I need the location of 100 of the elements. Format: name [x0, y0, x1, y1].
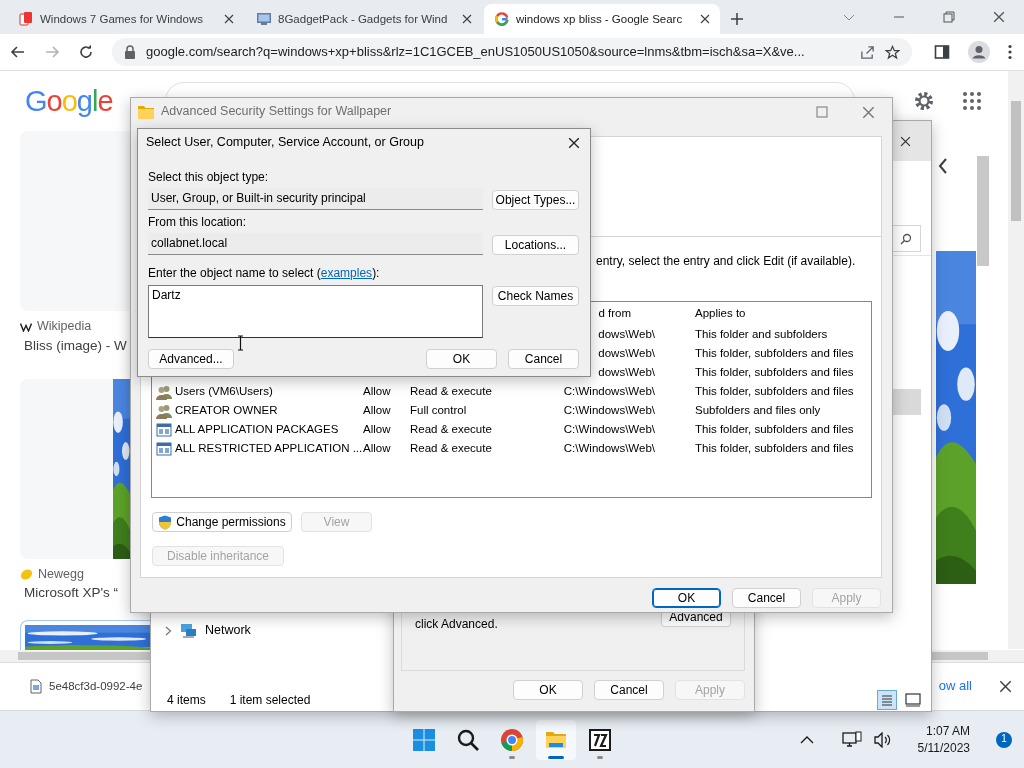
browser-tab[interactable]: Windows 7 Games for Windows	[8, 4, 244, 34]
network-icon[interactable]	[841, 730, 862, 749]
selection-status: 1 item selected	[229, 692, 311, 708]
image-result[interactable]	[20, 378, 130, 559]
table-cell-text: C:\Windows\Web\	[562, 384, 656, 399]
browser-tab[interactable]: 8GadgetPack - Gadgets for Wind	[246, 4, 482, 34]
package-icon	[156, 421, 172, 438]
share-icon[interactable]	[860, 44, 875, 60]
wikipedia-icon	[20, 321, 32, 332]
field-label: From this location:	[148, 215, 248, 229]
table-cell: CREATOR OWNER	[175, 403, 278, 418]
window-title: Advanced Security Settings for Wallpaper	[161, 104, 392, 120]
nav-item[interactable]: Network	[151, 621, 311, 641]
table-cell-text: dows\Web\	[597, 365, 656, 380]
dialog-button[interactable]: OK	[426, 349, 497, 369]
check-names-button[interactable]: Check Names	[492, 286, 579, 306]
field-label: Select this object type:	[148, 170, 270, 184]
back-icon[interactable]	[938, 158, 948, 174]
column-header: Applies to	[694, 306, 747, 321]
chevron-right-icon	[165, 626, 172, 636]
result-title[interactable]: Microsoft XP's “	[24, 585, 119, 602]
dialog-text: click Advanced.	[415, 617, 498, 633]
google-icon	[494, 11, 510, 27]
examples-link[interactable]: examples	[320, 266, 373, 280]
action-button[interactable]: Change permissions	[152, 512, 292, 532]
close-icon[interactable]	[568, 137, 580, 149]
locations-button[interactable]: Locations...	[492, 235, 579, 255]
lock-icon	[124, 45, 136, 59]
restore-icon[interactable]	[943, 11, 955, 23]
close-icon[interactable]	[999, 680, 1012, 693]
table-cell-text: C:\Windows\Web\	[562, 403, 656, 418]
result-title[interactable]: Bliss (image) - W	[24, 337, 127, 355]
scrollbar-thumb[interactable]	[1011, 101, 1021, 221]
location-field: collabnet.local	[148, 233, 483, 255]
table-cell-text: Allow	[362, 403, 392, 418]
table-cell-text: Subfolders and files only	[694, 403, 822, 418]
star-icon[interactable]	[885, 44, 900, 60]
archive-icon	[588, 727, 612, 752]
table-cell-text: Allow	[362, 422, 392, 437]
back-icon[interactable]	[10, 44, 26, 60]
side-panel-icon[interactable]	[934, 44, 950, 60]
instruction-text: entry, select the entry and click Edit (if available).	[596, 254, 856, 269]
details-view-icon[interactable]	[877, 690, 897, 710]
menu-icon[interactable]	[1008, 44, 1012, 60]
text-cursor-icon	[237, 335, 244, 351]
new-tab-icon[interactable]	[730, 12, 744, 26]
apps-icon[interactable]	[962, 92, 981, 110]
table-cell-text: Full control	[409, 403, 468, 418]
table-cell-text: Allow	[362, 441, 392, 456]
table-cell-text: This folder, subfolders and files	[694, 441, 855, 456]
object-types-button[interactable]: Object Types...	[492, 190, 579, 210]
browser-tab[interactable]: windows xp bliss - Google Searc	[484, 4, 720, 34]
volume-icon[interactable]	[873, 731, 892, 748]
table-cell-text: Allow	[362, 384, 392, 399]
item-count: 4 items	[167, 692, 206, 708]
file-icon	[30, 679, 42, 694]
table-cell-text: Read & execute	[409, 441, 493, 456]
table-cell-text: C:\Windows\Web\	[562, 422, 656, 437]
tiles-view-icon[interactable]	[903, 690, 923, 710]
dialog-button[interactable]: Cancel	[732, 588, 801, 608]
address-bar[interactable]: google.com/search?q=windows+xp+bliss&rlz=1C1GCEB_enUS1050US1050&source=lnms&tbm=isch&sa=X&ve...	[112, 38, 912, 66]
dialog-button[interactable]: Cancel	[508, 349, 579, 369]
table-cell-text: Read & execute	[409, 384, 493, 399]
table-cell-text: This folder, subfolders and files	[694, 346, 855, 361]
settings-icon[interactable]	[912, 90, 935, 112]
close-icon[interactable]	[462, 14, 472, 24]
folder-icon	[138, 105, 154, 119]
close-icon	[899, 135, 911, 147]
show-all-link[interactable]: ow all	[938, 678, 972, 695]
monitor-icon	[256, 11, 272, 27]
dialog-button[interactable]: OK	[652, 588, 721, 608]
caret-up-icon[interactable]	[799, 734, 814, 745]
clock[interactable]: 1:07 AM 5/11/2023	[917, 723, 970, 756]
table-cell-text: This folder, subfolders and files	[694, 365, 855, 380]
windows-logo-icon	[412, 727, 436, 752]
close-icon[interactable]	[993, 11, 1005, 23]
search-icon	[900, 232, 912, 245]
table-cell-text: C:\Windows\Web\	[562, 441, 656, 456]
users-icon	[156, 383, 172, 400]
profile-icon[interactable]	[968, 41, 990, 63]
lemon-icon	[20, 567, 33, 581]
notification-badge[interactable]: 1	[996, 731, 1012, 748]
source-name: Wikipedia	[37, 319, 92, 335]
download-file-name[interactable]: 5e48cf3d-0992-4e	[49, 679, 143, 694]
close-icon[interactable]	[224, 14, 234, 24]
reload-icon[interactable]	[78, 44, 94, 60]
table-cell-text: This folder and subfolders	[694, 327, 829, 342]
dialog-button[interactable]: Advanced...	[148, 349, 234, 369]
scrollbar-thumb[interactable]	[977, 156, 989, 266]
google-logo[interactable]: Google	[25, 82, 113, 120]
object-type-field: User, Group, or Built-in security principal	[148, 188, 483, 210]
shield-icon	[158, 514, 173, 530]
users-icon	[156, 402, 172, 419]
object-name-field[interactable]: Dartz	[148, 285, 483, 338]
dialog-button[interactable]: Cancel	[594, 680, 664, 700]
field-label: Enter the object name to select (examples):	[148, 266, 381, 280]
close-icon[interactable]	[700, 14, 710, 24]
scrollbar[interactable]	[1008, 71, 1024, 649]
dialog-button[interactable]: OK	[513, 680, 583, 700]
package-icon	[156, 440, 172, 457]
